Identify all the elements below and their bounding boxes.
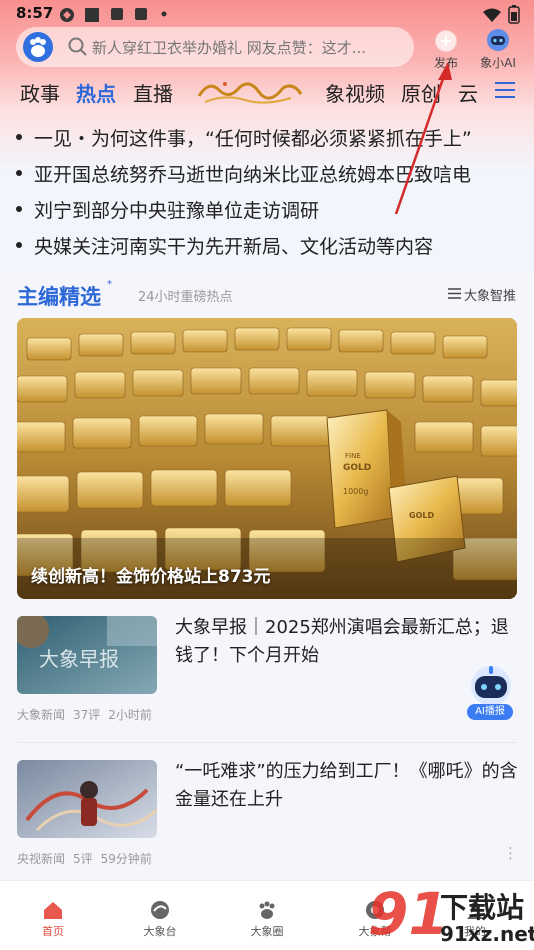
nav-daxiangquan-label: 大象圈: [250, 925, 284, 938]
bullet-dot: [16, 206, 22, 212]
smart-recommend-label: 大象智推: [464, 289, 517, 304]
news-thumbnail: [17, 760, 157, 838]
nav-home[interactable]: 首页: [18, 881, 88, 941]
news-thumbnail: 大象早报: [17, 616, 157, 694]
watermark-url: 91xz.net: [440, 922, 534, 946]
tab-video[interactable]: 象视频: [325, 78, 385, 107]
news-meta: 大象新闻 37评 2小时前: [17, 706, 160, 723]
more-options-icon[interactable]: ⋮: [503, 844, 518, 862]
tab-zhengshi[interactable]: 政事: [20, 78, 60, 107]
notification-square-icon: [85, 8, 99, 22]
watermark-cn-text: 下载站: [440, 891, 525, 924]
bullet-dot: [16, 170, 22, 176]
morning-report-thumb-image: 大象早报: [17, 616, 157, 694]
calligraphy-logo-icon: [197, 82, 303, 104]
paw-icon: [259, 901, 275, 919]
special-channel-logo[interactable]: [195, 76, 305, 111]
tab-cloud[interactable]: 云: [458, 78, 478, 107]
xiangxiao-ai-button[interactable]: 象小AI: [476, 26, 520, 72]
app-logo-icon[interactable]: [23, 32, 53, 62]
nav-daxiangquan[interactable]: 大象圈: [232, 881, 302, 941]
news-meta: 央视新闻 5评 59分钟前: [17, 850, 160, 867]
carousel-indicator: [423, 588, 513, 599]
headline-item[interactable]: 央媒关注河南实干为先开新局、文化活动等内容: [16, 230, 516, 260]
headline-text: 央媒关注河南实干为先开新局、文化活动等内容: [34, 236, 434, 258]
search-input[interactable]: 新人穿红卫衣举办婚礼 网友点赞：这才...: [92, 37, 402, 58]
news-time: 2小时前: [108, 708, 152, 722]
nav-daxiangtai-label: 大象台: [143, 925, 177, 938]
site-watermark: 91 下载站 91xz.net: [366, 880, 534, 950]
tab-cloud-clip: 云: [456, 76, 488, 108]
ai-robot-icon: [487, 29, 509, 51]
channel-menu-icon[interactable]: [494, 80, 516, 100]
home-icon: [44, 902, 62, 919]
ai-broadcast-label: AI播报: [467, 704, 513, 720]
tab-hot[interactable]: 热点: [76, 78, 116, 107]
search-bar[interactable]: 新人穿红卫衣举办婚礼 网友点赞：这才...: [16, 27, 414, 67]
hero-caption: 续创新高！金饰价格站上873元: [31, 567, 271, 587]
section-subtitle: 24小时重磅热点: [138, 290, 233, 305]
nav-daxiangtai[interactable]: 大象台: [125, 881, 195, 941]
smart-recommend-button[interactable]: 大象智推: [448, 284, 520, 304]
status-time: 8:57: [16, 4, 54, 22]
nav-home-label: 首页: [42, 925, 64, 938]
news-comments: 5评: [73, 852, 93, 866]
thumb-title-text: 大象早报: [39, 647, 119, 671]
wifi-icon: [483, 8, 501, 22]
divider: [17, 742, 517, 743]
headline-text: 刘宁到部分中央驻豫单位走访调研: [34, 200, 320, 222]
ai-broadcast-button[interactable]: AI播报: [463, 664, 519, 720]
more-notifications-dot-icon: [161, 11, 167, 17]
ai-robot-icon: [471, 666, 511, 706]
svg-text:FINE: FINE: [345, 452, 361, 460]
tv-swirl-icon: [151, 901, 169, 919]
annotation-arrow-icon: [394, 62, 452, 215]
news-title: 大象早报｜2025郑州演唱会最新汇总；退钱了！下个月开始: [175, 617, 509, 666]
notification-square-icon-2: [111, 8, 123, 20]
section-title: 主编精选: [17, 285, 101, 309]
ai-label: 象小AI: [480, 56, 516, 70]
section-star: *: [107, 279, 112, 290]
bullet-dot: [16, 134, 22, 140]
news-comments: 37评: [73, 708, 101, 722]
battery-icon: [508, 5, 520, 24]
news-source: 央视新闻: [17, 852, 66, 866]
svg-text:GOLD: GOLD: [409, 511, 434, 520]
watermark-number: 91: [368, 880, 449, 948]
search-icon: [68, 37, 87, 56]
news-item[interactable]: 大象早报 大象早报｜2025郑州演唱会最新汇总；退钱了！下个月开始 大象新闻 37…: [0, 600, 534, 740]
list-icon: [448, 288, 461, 299]
nezha-thumb-image: [17, 760, 157, 838]
plus-icon: [435, 30, 457, 52]
news-source: 大象新闻: [17, 708, 66, 722]
app-notification-icon: [60, 8, 74, 22]
notification-box-icon: [135, 8, 147, 20]
tab-live[interactable]: 直播: [133, 78, 173, 107]
svg-text:GOLD: GOLD: [343, 463, 371, 473]
bullet-dot: [16, 242, 22, 248]
news-item[interactable]: “一吒难求”的压力给到工厂！《哪吒》的含金量还在上升 央视新闻 5评 59分钟前 ⋮: [0, 744, 534, 884]
hero-card[interactable]: FINE GOLD 1000g GOLD 续创新高！金饰价格站上873元: [17, 318, 517, 599]
news-title: “一吒难求”的压力给到工厂！《哪吒》的含金量还在上升: [175, 761, 518, 810]
news-time: 59分钟前: [100, 852, 152, 866]
svg-text:1000g: 1000g: [343, 487, 368, 496]
status-bar: 8:57: [0, 0, 534, 28]
gold-bars-image: FINE GOLD 1000g GOLD: [17, 318, 517, 599]
